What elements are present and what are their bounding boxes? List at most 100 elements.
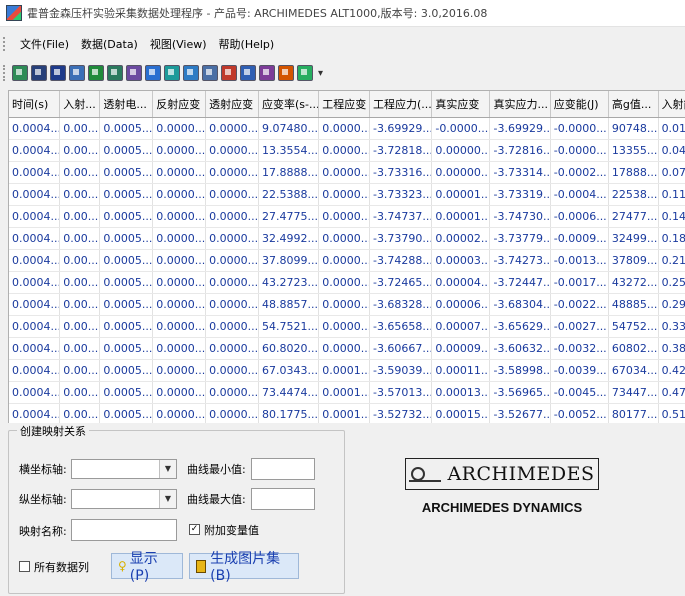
- table-cell[interactable]: -0.0052...: [550, 403, 609, 423]
- table-cell[interactable]: 54.7521...: [258, 315, 320, 338]
- table-cell[interactable]: 0.00006...: [431, 293, 491, 316]
- table-cell[interactable]: 0.0000...: [152, 249, 207, 272]
- table-cell[interactable]: -0.0000...: [550, 117, 609, 140]
- table-cell[interactable]: 0.0004...: [9, 293, 61, 316]
- table-cell[interactable]: 0.0001...: [318, 359, 370, 382]
- table-cell[interactable]: -3.69929...: [489, 117, 551, 140]
- column-header[interactable]: 透射电...: [99, 91, 154, 118]
- menu-view[interactable]: 视图(View): [144, 36, 213, 52]
- table-cell[interactable]: -3.57013...: [369, 381, 433, 404]
- table-cell[interactable]: 0.0000...: [205, 183, 259, 206]
- table-cell[interactable]: 0.00001...: [431, 183, 491, 206]
- table-cell[interactable]: -3.69929...: [369, 117, 433, 140]
- table-cell[interactable]: 0.0000...: [318, 293, 370, 316]
- table-row[interactable]: 0.0004... 0.00... 0.0005... 0.0000... 0.0000…: [9, 315, 685, 338]
- table-cell[interactable]: 48885...: [608, 293, 659, 316]
- table-cell[interactable]: 0.0467...: [658, 139, 685, 162]
- mapping-name-input[interactable]: [71, 519, 177, 541]
- table-cell[interactable]: -0.0027...: [550, 315, 609, 338]
- table-cell[interactable]: 0.0005...: [99, 117, 154, 140]
- table-cell[interactable]: 0.0000...: [152, 205, 207, 228]
- table-icon[interactable]: [107, 65, 123, 81]
- table-cell[interactable]: 0.0000...: [152, 271, 207, 294]
- table-row[interactable]: 0.0004... 0.00... 0.0005... 0.0000... 0.0000…: [9, 227, 685, 250]
- table-cell[interactable]: 0.00009...: [431, 337, 491, 360]
- table-cell[interactable]: -0.0039...: [550, 359, 609, 382]
- table-cell[interactable]: 0.0005...: [99, 161, 154, 184]
- column-header[interactable]: 反射应变: [152, 91, 207, 118]
- table-cell[interactable]: 0.4717...: [658, 381, 685, 404]
- table-cell[interactable]: 0.00...: [59, 249, 101, 272]
- table-row[interactable]: 0.0004... 0.00... 0.0005... 0.0000... 0.0000…: [9, 161, 685, 184]
- generate-images-button[interactable]: 生成图片集(B): [189, 551, 299, 584]
- table-cell[interactable]: 43.2723...: [258, 271, 320, 294]
- table-cell[interactable]: 0.0004...: [9, 249, 61, 272]
- check-icon[interactable]: [297, 65, 313, 81]
- chevron-down-icon[interactable]: ▼: [159, 460, 176, 478]
- table-cell[interactable]: 0.0000...: [318, 249, 370, 272]
- table-cell[interactable]: 27477...: [608, 205, 659, 228]
- table-cell[interactable]: 0.0000...: [205, 161, 259, 184]
- table-cell[interactable]: 0.0001...: [318, 403, 370, 423]
- table-cell[interactable]: -0.0004...: [550, 183, 609, 206]
- table-cell[interactable]: -0.0017...: [550, 271, 609, 294]
- table-cell[interactable]: -0.0000...: [431, 117, 491, 140]
- table-cell[interactable]: 0.00...: [59, 381, 101, 404]
- table-cell[interactable]: 0.0005...: [99, 315, 154, 338]
- table-cell[interactable]: 0.00013...: [431, 381, 491, 404]
- all-columns-checkbox[interactable]: [19, 561, 30, 572]
- table-cell[interactable]: 0.00000...: [431, 161, 491, 184]
- table-cell[interactable]: 0.00...: [59, 403, 101, 423]
- table-cell[interactable]: 0.0000...: [152, 337, 207, 360]
- help-icon[interactable]: [240, 65, 256, 81]
- table-cell[interactable]: 60.8020...: [258, 337, 320, 360]
- table-cell[interactable]: -3.72465...: [369, 271, 433, 294]
- show-button[interactable]: ♀ 显示(P): [111, 551, 183, 584]
- table-cell[interactable]: -0.0022...: [550, 293, 609, 316]
- document-icon[interactable]: [69, 65, 85, 81]
- table-cell[interactable]: 0.5194...: [658, 403, 685, 423]
- column-header[interactable]: 入射能...: [658, 91, 685, 118]
- table-cell[interactable]: 0.3826...: [658, 337, 685, 360]
- table-row[interactable]: 0.0004... 0.00... 0.0005... 0.0000... 0.0000…: [9, 403, 685, 423]
- table-cell[interactable]: 0.0004...: [9, 271, 61, 294]
- table-cell[interactable]: 37.8099...: [258, 249, 320, 272]
- table-cell[interactable]: 0.0000...: [318, 183, 370, 206]
- table-cell[interactable]: -3.68328...: [369, 293, 433, 316]
- table-cell[interactable]: 32.4992...: [258, 227, 320, 250]
- table-cell[interactable]: 90748...: [608, 117, 659, 140]
- toolbar-grip-handle[interactable]: [3, 65, 8, 81]
- table-cell[interactable]: 0.0168...: [658, 117, 685, 140]
- refresh-icon[interactable]: [183, 65, 199, 81]
- table-cell[interactable]: 22538...: [608, 183, 659, 206]
- table-cell[interactable]: 0.0005...: [99, 403, 154, 423]
- table-cell[interactable]: 0.0001...: [318, 381, 370, 404]
- column-header[interactable]: 真实应力...: [489, 91, 551, 118]
- column-header[interactable]: 透射应变: [205, 91, 259, 118]
- table-cell[interactable]: -3.58998...: [489, 359, 551, 382]
- wave-icon[interactable]: [88, 65, 104, 81]
- table-cell[interactable]: -3.73323...: [369, 183, 433, 206]
- table-cell[interactable]: 54752...: [608, 315, 659, 338]
- table-cell[interactable]: -3.59039...: [369, 359, 433, 382]
- table-cell[interactable]: 0.0004...: [9, 139, 61, 162]
- table-cell[interactable]: 0.00...: [59, 271, 101, 294]
- chevron-down-icon[interactable]: ▼: [159, 490, 176, 508]
- table-cell[interactable]: 0.0000...: [205, 249, 259, 272]
- menu-help[interactable]: 帮助(Help): [213, 36, 281, 52]
- table-cell[interactable]: 80177...: [608, 403, 659, 423]
- table-cell[interactable]: 0.0000...: [205, 227, 259, 250]
- table-cell[interactable]: 67.0343...: [258, 359, 320, 382]
- table-cell[interactable]: 0.00007...: [431, 315, 491, 338]
- grid-icon[interactable]: [126, 65, 142, 81]
- table-cell[interactable]: -3.72816...: [489, 139, 551, 162]
- table-cell[interactable]: 0.00004...: [431, 271, 491, 294]
- table-row[interactable]: 0.0004... 0.00... 0.0005... 0.0000... 0.0000…: [9, 337, 685, 360]
- toolbar-overflow-icon[interactable]: ▾: [318, 68, 323, 79]
- table-cell[interactable]: 0.0000...: [152, 183, 207, 206]
- table-cell[interactable]: 0.0004...: [9, 403, 61, 423]
- table-cell[interactable]: 0.1116...: [658, 183, 685, 206]
- table-cell[interactable]: 73447...: [608, 381, 659, 404]
- save-icon[interactable]: [31, 65, 47, 81]
- table-cell[interactable]: 0.0005...: [99, 337, 154, 360]
